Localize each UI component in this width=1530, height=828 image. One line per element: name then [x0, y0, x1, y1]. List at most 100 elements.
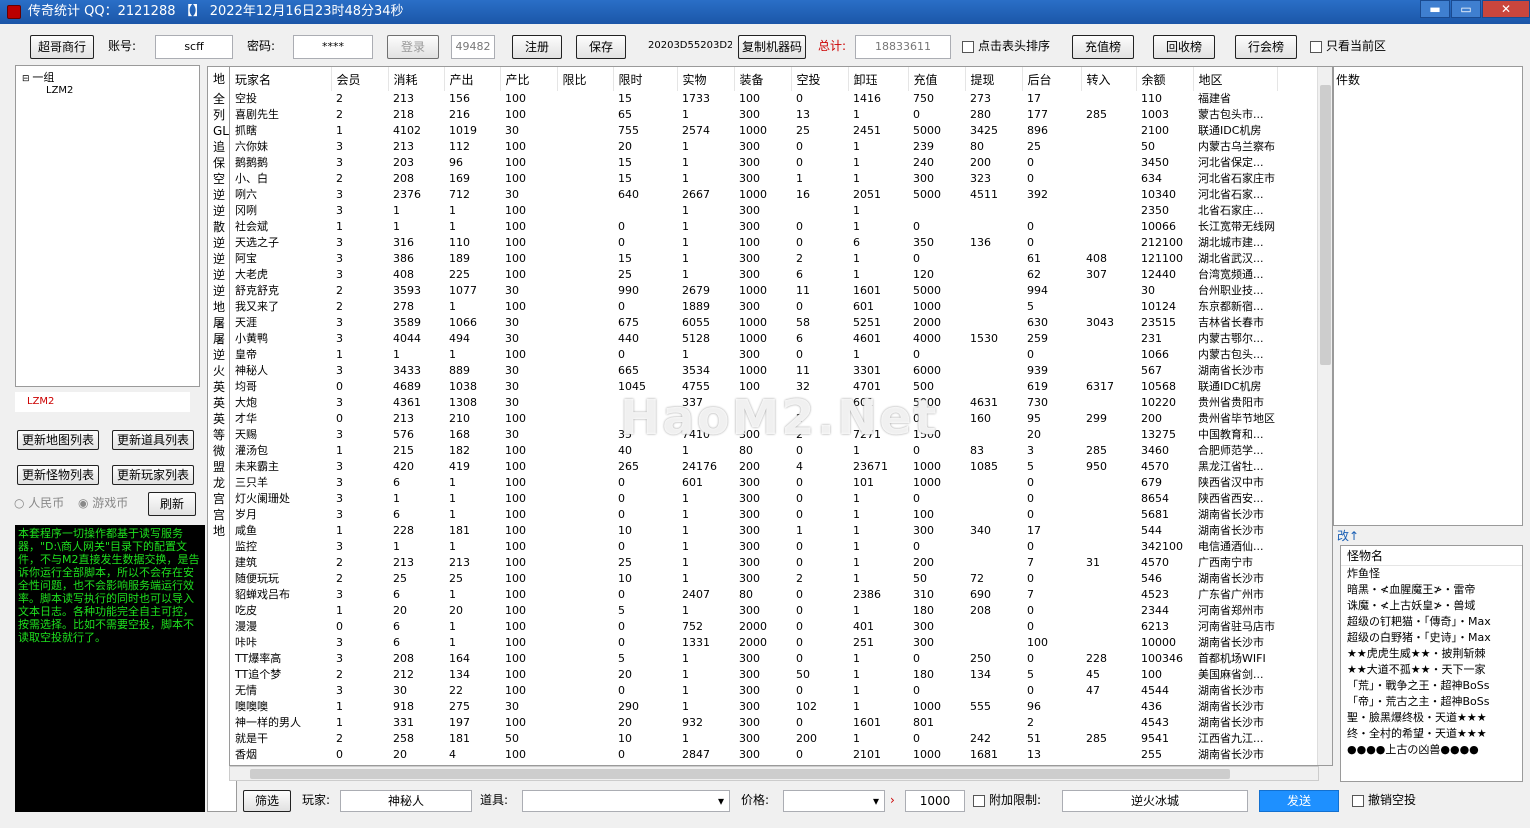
column-header[interactable]: 玩家名	[230, 67, 332, 91]
column-header[interactable]: 充值	[908, 67, 966, 91]
column-header[interactable]: 后台	[1022, 67, 1082, 91]
table-row[interactable]: 咸鱼 1 228 181 100 10 1 300 1 1 300 340 17 544 湖南省长沙市	[230, 523, 1277, 539]
table-row[interactable]: 鹅鹅鹅 3 203 96 100 15 1 300 0 1 240 200 0 3450 河北省保定...	[230, 155, 1277, 171]
column-header[interactable]: 卸珏	[848, 67, 909, 91]
table-row[interactable]: 灯火阑珊处 3 1 1 100 0 1 300 0 1 0 0 8654 陕西省西安...	[230, 491, 1277, 507]
game-coin-radio[interactable]: ◉ 游戏币	[78, 494, 138, 514]
table-row[interactable]: 无情 3 30 22 100 0 1 300 0 1 0 0 47 4544 湖南省长沙市	[230, 683, 1277, 699]
map-input[interactable]: 逆火冰城	[1062, 790, 1248, 812]
column-header[interactable]: 产比	[500, 67, 558, 91]
table-row[interactable]: 抓瞎 1 4102 1019 30 755 2574 1000 25 2451 5000 3425 89…	[230, 123, 1277, 139]
minimize-button[interactable]: ▬	[1420, 0, 1450, 18]
monster-list-item[interactable]: ★★大道不孤★★・天下一家	[1341, 662, 1522, 678]
column-header[interactable]: 会员	[331, 67, 389, 91]
table-row[interactable]: 社会斌 1 1 1 100 0 1 300 0 1 0 0 10066 长江宽带无线网	[230, 219, 1277, 235]
refresh-button[interactable]: 刷新	[148, 492, 196, 516]
player-input[interactable]: 神秘人	[340, 790, 472, 812]
column-header[interactable]: 产出	[444, 67, 501, 91]
password-input[interactable]: ****	[293, 35, 373, 59]
monster-list-item[interactable]: ●●●●上古の凶兽●●●●	[1341, 742, 1522, 758]
column-header[interactable]: 实物	[677, 67, 735, 91]
column-header[interactable]: 消耗	[388, 67, 445, 91]
mode-button[interactable]: 超哥商行	[30, 35, 94, 59]
change-link[interactable]: 改↑	[1337, 527, 1359, 544]
server-tree[interactable]: ⊟ 一组 LZM2	[15, 65, 200, 387]
sort-by-header-option[interactable]: 点击表头排序	[962, 35, 1062, 59]
table-horizontal-scrollbar[interactable]	[229, 766, 1319, 781]
price-select[interactable]: ▾	[783, 790, 885, 812]
column-header[interactable]: 限时	[613, 67, 678, 91]
table-row[interactable]: 天选之子 3 316 110 100 0 1 100 0 6 350 136 0 212100 湖北城市建.…	[230, 235, 1277, 251]
rmb-radio[interactable]: ○ 人民币	[14, 494, 74, 514]
monster-list-item[interactable]: 炸鱼怪	[1341, 566, 1522, 582]
table-row[interactable]: 岁月 3 6 1 100 0 1 300 0 1 100 0 5681 湖南省长沙市	[230, 507, 1277, 523]
table-row[interactable]: 喜剧先生 2 218 216 100 65 1 300 13 1 0 280 177 285 1003 蒙古包…	[230, 107, 1277, 123]
quantity-input[interactable]: 1000	[905, 790, 965, 812]
hscroll-thumb[interactable]	[250, 769, 1230, 779]
monster-list-item[interactable]: 「荒」・戰争之王・超神BoSs	[1341, 678, 1522, 694]
table-row[interactable]: 香烟 0 20 4 100 0 2847 300 0 2101 1000 1681 13 255 湖南省长沙…	[230, 747, 1277, 763]
table-row[interactable]: 监控 3 1 1 100 0 1 300 0 1 0 0 342100 电信通酒仙...	[230, 539, 1277, 555]
monster-list-item[interactable]: 「帝」・荒古之主・超神BoSs	[1341, 694, 1522, 710]
column-header[interactable]: 装备	[734, 67, 792, 91]
table-row[interactable]: 大老虎 3 408 225 100 25 1 300 6 1 120 62 307 12440 台湾宽频通.…	[230, 267, 1277, 283]
column-header[interactable]: 提现	[965, 67, 1023, 91]
table-row[interactable]: 咧六 3 2376 712 30 640 2667 1000 16 2051 5000 4511 392…	[230, 187, 1277, 203]
table-row[interactable]: 冈咧 3 1 1 100 1 300 1 2350 北省石家庄...	[230, 203, 1277, 219]
table-row[interactable]: 神秘人 3 3433 889 30 665 3534 1000 11 3301 6000 939 567…	[230, 363, 1277, 379]
save-button[interactable]: 保存	[576, 35, 626, 59]
table-row[interactable]: 漫漫 0 6 1 100 0 752 2000 0 401 300 0 6213 河南省驻马店市	[230, 619, 1277, 635]
monster-list[interactable]: 怪物名 炸鱼怪 暗黑・≮血腥魔王≯・雷帝 诛魔・≮上古妖皇≯・兽域 超级の钉耙猫・「傳…	[1340, 545, 1523, 782]
monster-list-item[interactable]: 诛魔・≮上古妖皇≯・兽域	[1341, 598, 1522, 614]
extra-limit-option[interactable]: 附加限制:	[973, 790, 1053, 812]
login-button[interactable]: 登录	[387, 35, 439, 59]
cancel-airdrop-checkbox[interactable]	[1352, 794, 1364, 807]
table-row[interactable]: 随便玩玩 2 25 25 100 10 1 300 2 1 50 72 0 546 湖南省长沙市	[230, 571, 1277, 587]
tree-item-lzm2[interactable]: LZM2	[22, 85, 193, 96]
account-input[interactable]: scff	[155, 35, 233, 59]
column-header[interactable]: 空投	[791, 67, 849, 91]
table-row[interactable]: 吃皮 1 20 20 100 5 1 300 0 1 180 208 0 2344 河南省郑州市	[230, 603, 1277, 619]
update-monster-list-button[interactable]: 更新怪物列表	[17, 465, 99, 485]
monster-list-item[interactable]: 暗黑・≮血腥魔王≯・雷帝	[1341, 582, 1522, 598]
item-select[interactable]: ▾	[522, 790, 730, 812]
send-button[interactable]: 发送	[1259, 790, 1339, 812]
column-header[interactable]: 限比	[557, 67, 614, 91]
update-player-list-button[interactable]: 更新玩家列表	[112, 465, 194, 485]
table-row[interactable]: 貂蝉戏吕布 3 6 1 100 0 2407 80 0 2386 310 690 7 4523 广东省广州市	[230, 587, 1277, 603]
table-row[interactable]: TT追个梦 2 212 134 100 20 1 300 50 1 180 134 5 45 100 美国麻省…	[230, 667, 1277, 683]
table-row[interactable]: TT爆率高 3 208 164 100 5 1 300 0 1 0 250 0 228 100346 首都机场…	[230, 651, 1277, 667]
monster-list-item[interactable]: 超级の白野猪・「史诗」・Max	[1341, 630, 1522, 646]
port-field[interactable]: 49482	[451, 35, 495, 59]
table-row[interactable]: 噢噢噢 1 918 275 30 290 1 300 102 1 1000 555 96 436 湖南省长沙…	[230, 699, 1277, 715]
table-row[interactable]: 未来霸主 3 420 419 100 265 24176 200 4 23671 1000 1085 5…	[230, 459, 1277, 475]
table-row[interactable]: 建筑 2 213 213 100 25 1 300 0 1 200 7 31 4570 广西南宁市	[230, 555, 1277, 571]
monster-list-item[interactable]: ★★虎虎生威★★・披荆斩棘	[1341, 646, 1522, 662]
table-row[interactable]: 咔咔 3 6 1 100 0 1331 2000 0 251 300 100 10000 湖南省长沙市	[230, 635, 1277, 651]
update-map-list-button[interactable]: 更新地图列表	[17, 430, 99, 450]
current-area-checkbox[interactable]	[1310, 40, 1322, 53]
column-header[interactable]: 转入	[1081, 67, 1137, 91]
close-button[interactable]: ✕	[1482, 0, 1530, 18]
table-row[interactable]: 天涯 3 3589 1066 30 675 6055 1000 58 5251 2000 630 304…	[230, 315, 1277, 331]
table-row[interactable]: 就是干 2 258 181 50 10 1 300 200 1 0 242 51 285 9541 江西省九江…	[230, 731, 1277, 747]
table-row[interactable]: 皇帝 1 1 1 100 0 1 300 0 1 0 0 1066 内蒙古包头...	[230, 347, 1277, 363]
table-row[interactable]: 我又来了 2 278 1 100 0 1889 300 0 601 1000 5 10124 东京都新宿.…	[230, 299, 1277, 315]
table-row[interactable]: 舒克舒克 2 3593 1077 30 990 2679 1000 11 1601 5000 994 3…	[230, 283, 1277, 299]
table-row[interactable]: 小、白 2 208 169 100 15 1 300 1 1 300 323 0 634 河北省石家庄市	[230, 171, 1277, 187]
monster-list-item[interactable]: 超级の钉耙猫・「傳奇」・Max	[1341, 614, 1522, 630]
maximize-button[interactable]: ▭	[1451, 0, 1481, 18]
column-header[interactable]: 余额	[1136, 67, 1194, 91]
recharge-rank-button[interactable]: 充值榜	[1072, 35, 1134, 59]
table-row[interactable]: 空投 2 213 156 100 15 1733 100 0 1416 750 273 17 110 福建省	[230, 91, 1277, 107]
sort-checkbox[interactable]	[962, 40, 974, 53]
copy-machine-code-button[interactable]: 复制机器码	[738, 35, 806, 59]
update-item-list-button[interactable]: 更新道具列表	[112, 430, 194, 450]
current-area-option[interactable]: 只看当前区	[1310, 35, 1400, 59]
monster-list-item[interactable]: 聖・臉黑爆终极・天道★★★	[1341, 710, 1522, 726]
filter-button[interactable]: 筛选	[243, 790, 291, 812]
tree-group[interactable]: ⊟ 一组	[22, 69, 193, 85]
table-row[interactable]: 神一样的男人 1 331 197 100 20 932 300 0 1601 801 2 4543 湖南省…	[230, 715, 1277, 731]
guild-rank-button[interactable]: 行会榜	[1235, 35, 1297, 59]
scroll-thumb[interactable]	[1320, 85, 1331, 365]
